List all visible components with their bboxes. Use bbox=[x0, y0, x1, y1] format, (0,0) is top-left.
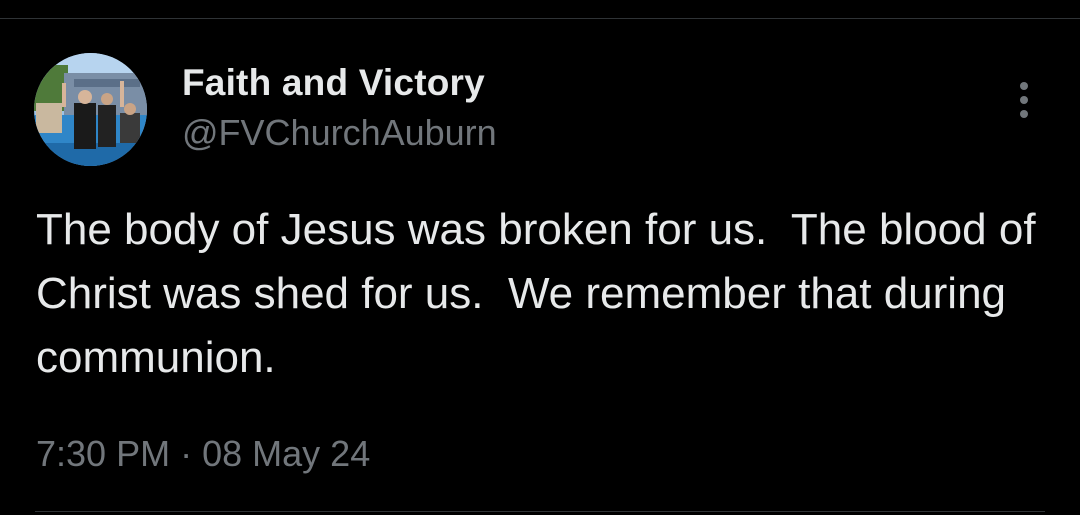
top-divider bbox=[0, 18, 1080, 19]
more-options-button[interactable] bbox=[1006, 78, 1042, 122]
tweet-date[interactable]: 08 May 24 bbox=[202, 433, 370, 474]
avatar[interactable] bbox=[34, 53, 147, 166]
avatar-photo-icon bbox=[34, 53, 147, 166]
user-handle[interactable]: @FVChurchAuburn bbox=[182, 112, 497, 154]
vertical-ellipsis-icon bbox=[1020, 82, 1028, 118]
tweet-time[interactable]: 7:30 PM bbox=[36, 433, 170, 474]
meta-separator: · bbox=[180, 433, 193, 474]
tweet-text: The body of Jesus was broken for us. The… bbox=[36, 205, 1048, 382]
bottom-divider bbox=[35, 511, 1045, 512]
display-name[interactable]: Faith and Victory bbox=[182, 62, 485, 104]
tweet-timestamp[interactable]: 7:30 PM · 08 May 24 bbox=[36, 433, 370, 475]
